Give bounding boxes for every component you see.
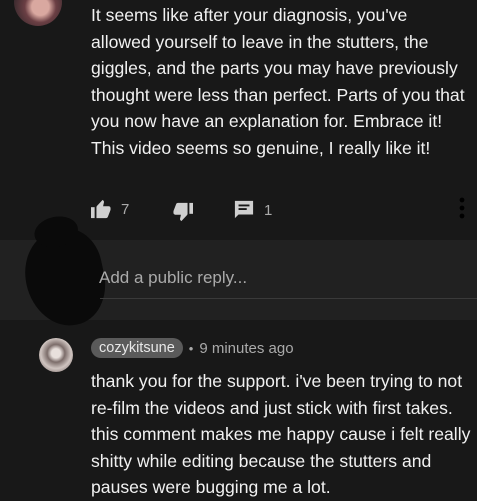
like-icon [91,199,111,219]
dislike-icon [173,202,193,222]
reply-input[interactable]: Add a public reply... [99,268,247,288]
more-options-button[interactable] [459,197,465,224]
comment-actions: 7 1 [90,197,475,225]
reply-input-bar: Add a public reply... [0,222,477,334]
reply-icon [234,200,254,219]
meta-separator: • [188,340,194,356]
reply-count: 1 [264,201,273,219]
reply-timestamp: 9 minutes ago [199,339,294,357]
more-vert-icon [459,197,465,219]
commenter-avatar[interactable] [14,0,62,26]
reply-author-avatar[interactable] [39,338,73,372]
like-button[interactable]: 7 [90,199,129,219]
reply-button[interactable]: 1 [233,200,272,220]
reply-input-underline [100,298,477,299]
like-count: 7 [121,200,130,218]
dislike-button[interactable] [172,202,194,222]
reply-text: thank you for the support. i've been try… [91,371,471,497]
reply-author-name[interactable]: cozykitsune [91,338,183,358]
comment-text: It seems like after your diagnosis, you'… [91,5,465,158]
reply-meta: cozykitsune • 9 minutes ago [91,338,294,358]
